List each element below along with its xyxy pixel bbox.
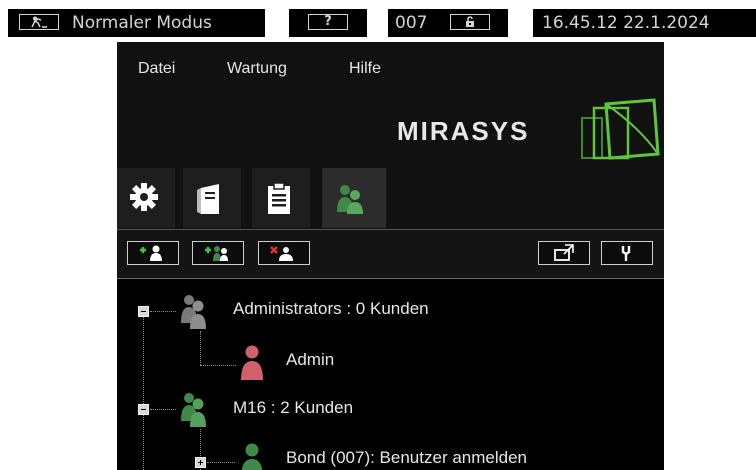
tree-connector [200, 331, 201, 365]
tab-bar [117, 166, 664, 230]
separator [367, 9, 373, 37]
menu-wartung[interactable]: Wartung [227, 60, 287, 78]
tree-connector [150, 311, 176, 312]
export-button[interactable] [538, 241, 590, 265]
user-label[interactable]: Admin [286, 350, 334, 370]
user-tree: Administrators : 0 Kunden Admin M16 : 2 … [117, 279, 664, 470]
group-label[interactable]: M16 : 2 Kunden [233, 398, 353, 418]
add-user-button[interactable] [127, 241, 179, 265]
toolbar [117, 230, 664, 279]
separator [265, 9, 271, 37]
add-group-icon [205, 246, 228, 261]
logo-area: MIRASYS [117, 96, 664, 166]
server-icon [197, 184, 219, 214]
menu-hilfe[interactable]: Hilfe [349, 60, 381, 78]
logo-text: MIRASYS [397, 116, 530, 146]
user-id: 007 [395, 13, 428, 33]
tree-connector [200, 365, 236, 366]
tree-connector [150, 409, 176, 410]
help-cell: ? [289, 9, 367, 37]
main-panel: Datei Wartung Hilfe MIRASYS Administrato… [117, 42, 664, 470]
tab-users[interactable] [322, 168, 386, 228]
delete-user-icon [270, 246, 293, 261]
group-icon [181, 393, 206, 427]
tab-log[interactable] [252, 168, 310, 228]
help-label: ? [324, 14, 332, 29]
user-icon [241, 443, 263, 470]
tree-connector [143, 310, 144, 470]
tab-server[interactable] [183, 168, 241, 228]
mode-label: Normaler Modus [72, 13, 212, 33]
group-icon [181, 295, 206, 329]
users-icon [337, 185, 363, 214]
tree-connector [207, 462, 235, 463]
collapse-toggle[interactable] [138, 404, 149, 415]
lock-icon [466, 16, 474, 27]
mode-indicator[interactable]: Normaler Modus [8, 9, 265, 37]
help-button[interactable]: ? [308, 14, 348, 30]
menu-bar: Datei Wartung Hilfe [117, 42, 664, 96]
export-icon [554, 244, 574, 261]
user-icon [241, 345, 263, 380]
clipboard-icon [268, 182, 290, 214]
collapse-toggle[interactable] [138, 306, 149, 317]
mode-icon[interactable] [19, 14, 59, 30]
user-label[interactable]: Bond (007): Benutzer anmelden [286, 448, 527, 468]
gear-icon [130, 183, 158, 211]
add-group-button[interactable] [192, 241, 244, 265]
clock-cell: 16.45.12 22.1.2024 [533, 9, 756, 37]
group-label[interactable]: Administrators : 0 Kunden [233, 299, 429, 319]
tab-settings[interactable] [117, 168, 175, 228]
add-user-icon [140, 245, 162, 261]
separator [508, 9, 514, 37]
user-cell: 007 [388, 9, 508, 37]
datetime: 16.45.12 22.1.2024 [542, 13, 710, 33]
expand-toggle[interactable] [195, 457, 206, 468]
menu-datei[interactable]: Datei [138, 60, 175, 78]
properties-button[interactable] [601, 241, 653, 265]
wrench-icon [621, 246, 631, 261]
lock-button[interactable] [450, 14, 490, 30]
mirasys-logo-icon [581, 98, 660, 160]
delete-user-button[interactable] [258, 241, 310, 265]
status-bar: Normaler Modus ? 007 16.45.12 22.1.2024 [0, 0, 756, 42]
